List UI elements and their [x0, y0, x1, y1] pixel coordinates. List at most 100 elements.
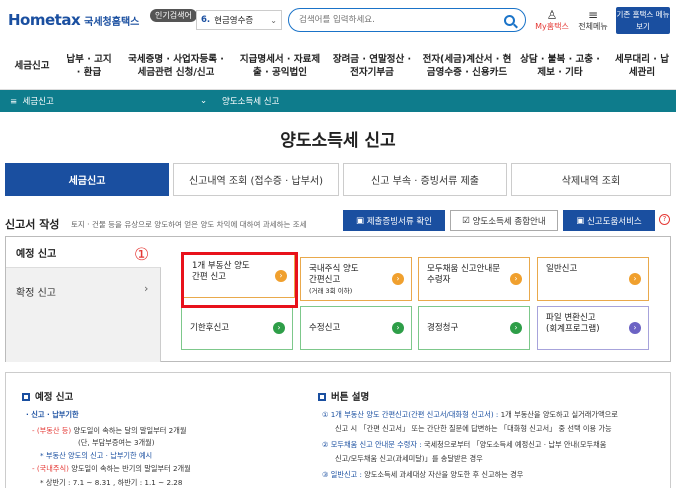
help-icon[interactable]: ? — [659, 214, 670, 225]
popular-search-select[interactable]: 6. 현금영수증 ⌄ — [196, 10, 282, 30]
deadline-example-link[interactable]: * 부동산 양도의 신고 · 납부기한 예시 — [40, 451, 152, 461]
desc-line: 신고/모두채움 신고(과세미달)」를 송달받은 경우 — [335, 454, 483, 463]
desc-line: ① 1개 부동산 양도 간편신고(간편 신고서/대화형 신고서) : 1개 부동… — [322, 410, 618, 420]
top-header: Hometax 국세청홈택스 인기검색어 6. 현금영수증 ⌄ ♙ My홈택스 … — [0, 0, 676, 40]
arrow-right-icon: › — [392, 322, 404, 334]
desc-line: ② 모두채움 신고 안내문 수령자 : 국세청으로부터 「양도소득세 예정신고 … — [322, 440, 606, 450]
gnb-item[interactable]: 세금신고 — [14, 59, 50, 72]
popular-rank: 6. — [201, 15, 211, 25]
card-line1: 수정신고 — [309, 323, 341, 333]
gnb-item[interactable]: 장려금 · 연말정산 · 전자기부금 — [330, 53, 414, 79]
hometax-logo[interactable]: Hometax 국세청홈택스 — [8, 10, 139, 30]
chevron-right-icon: › — [144, 282, 149, 295]
highlight-box — [181, 252, 298, 308]
deadline-stock-text: 양도일이 속하는 반기의 말일부터 2개월 — [71, 464, 191, 473]
deadline-real-estate-label: - (부동산 등) — [32, 426, 72, 435]
arrow-right-icon: › — [392, 273, 404, 285]
card-line1: 모두채움 신고안내문 — [427, 264, 501, 274]
location-menu-label: 세금신고 — [22, 97, 54, 107]
side-final-label: 확정 신고 — [16, 288, 56, 299]
evidence-check-label: 제출증빙서류 확인 — [366, 216, 432, 227]
arrow-right-icon: › — [510, 322, 522, 334]
deadline-stock-periods: * 상반기 : 7.1 ~ 8.31 , 하반기 : 1.1 ~ 2.28 — [40, 478, 183, 487]
my-hometax-button[interactable]: ♙ My홈택스 — [534, 9, 570, 32]
logo-text: Hometax — [8, 11, 81, 29]
card-line2: 간편신고 — [309, 275, 341, 285]
gnb-item[interactable]: 전자(세금)계산서 · 현금영수증 · 신용카드 — [420, 53, 514, 79]
card-late-report[interactable]: 기한후신고 › — [181, 306, 293, 350]
search-icon[interactable] — [504, 14, 515, 26]
card-line2: 수령자 — [427, 275, 451, 285]
card-general-report[interactable]: 일반신고 › — [537, 257, 649, 301]
help-service-label: 신고도움서비스 — [586, 216, 642, 227]
arrow-right-icon: › — [510, 273, 522, 285]
all-menu-button[interactable]: ≡ 전체메뉴 — [576, 9, 610, 32]
popular-search-badge: 인기검색어 — [150, 9, 197, 22]
location-current[interactable]: 양도소득세 신고 — [222, 95, 279, 107]
desc-term: ② 모두채움 신고 안내문 수령자 : — [322, 440, 422, 449]
book-icon: ▣ — [356, 215, 367, 226]
arrow-right-icon: › — [629, 273, 641, 285]
search-box[interactable] — [288, 8, 526, 32]
guide-label: 양도소득세 종합안내 — [472, 216, 546, 227]
my-hometax-label: My홈택스 — [535, 22, 569, 31]
gnb-item[interactable]: 세무대리 · 납세관리 — [614, 53, 670, 79]
square-bullet-icon — [318, 393, 326, 401]
gnb-item[interactable]: 상담 · 불복 · 고충 · 제보 · 기타 — [520, 53, 600, 79]
desc-line: ③ 일반신고 : 양도소득세 과세대상 자산을 양도한 후 신고하는 경우 — [322, 470, 523, 480]
gnb-item[interactable]: 납부 · 고지 · 환급 — [64, 53, 114, 79]
old-hometax-button[interactable]: 기존 홈택스 메뉴 보기 — [616, 7, 670, 34]
evidence-check-button[interactable]: ▣ 제출증빙서류 확인 — [343, 210, 445, 231]
square-bullet-icon — [22, 393, 30, 401]
chevron-down-icon[interactable]: ⌄ — [200, 96, 207, 106]
search-input[interactable] — [299, 15, 504, 25]
arrow-right-icon: › — [273, 322, 285, 334]
deadline-stock-label: - (국내주식) — [32, 464, 69, 473]
desc-term: ③ 일반신고 : — [322, 470, 362, 479]
heading-text: 버튼 설명 — [331, 392, 370, 403]
tab-attachments[interactable]: 신고 부속 · 증빙서류 제출 — [343, 163, 507, 196]
tab-tax-report[interactable]: 세금신고 — [5, 163, 169, 196]
deadline-real-estate-text: 양도일이 속하는 달의 말일부터 2개월 — [73, 426, 187, 435]
deadline-note: (단, 부담부증여는 3개월) — [78, 438, 155, 447]
card-line2: (회계프로그램) — [546, 324, 600, 334]
card-line1: 파일 변환신고 — [546, 313, 596, 323]
card-prefilled-recipient[interactable]: 모두채움 신고안내문 수령자 › — [418, 257, 530, 301]
card-line1: 일반신고 — [546, 264, 578, 274]
tab-bar: 세금신고 신고내역 조회 (접수증 · 납부서) 신고 부속 · 증빙서류 제출… — [5, 163, 671, 196]
card-stock-simple[interactable]: 국내주식 양도 간편신고 (거래 3회 이하) › — [300, 257, 412, 301]
card-note: (거래 3회 이하) — [309, 287, 353, 295]
chevron-down-icon: ⌄ — [270, 15, 277, 25]
card-file-conversion[interactable]: 파일 변환신고 (회계프로그램) › — [537, 306, 649, 350]
section-heading: 신고서 작성 — [5, 218, 60, 231]
card-correction-claim[interactable]: 경정청구 › — [418, 306, 530, 350]
hamburger-icon: ≡ — [587, 8, 599, 22]
popular-term: 현금영수증 — [214, 16, 254, 26]
all-menu-label: 전체메뉴 — [578, 22, 608, 31]
tab-deleted-history[interactable]: 삭제내역 조회 — [511, 163, 671, 196]
guide-button[interactable]: ☑ 양도소득세 종합안내 — [450, 210, 558, 231]
scheduled-report-heading: 예정 신고 — [22, 389, 73, 403]
heading-text: 예정 신고 — [35, 392, 74, 403]
logo-sub: 국세청홈택스 — [84, 16, 140, 28]
global-nav: 세금신고 납부 · 고지 · 환급 국세증명 · 사업자등록 · 세금관련 신청… — [0, 42, 676, 90]
help-service-button[interactable]: ▣ 신고도움서비스 — [563, 210, 655, 231]
deadline-real-estate: - (부동산 등) 양도일이 속하는 달의 말일부터 2개월 — [32, 426, 186, 436]
arrow-right-icon: › — [629, 322, 641, 334]
button-description-heading: 버튼 설명 — [318, 389, 369, 403]
card-amended-report[interactable]: 수정신고 › — [300, 306, 412, 350]
card-line1: 기한후신고 — [190, 323, 230, 333]
annotation-marker: ① — [134, 245, 150, 265]
gnb-item[interactable]: 지급명세서 · 자료제출 · 공익법인 — [238, 53, 322, 79]
side-final-report[interactable]: 확정 신고 › — [6, 267, 161, 362]
page-title: 양도소득세 신고 — [280, 131, 396, 151]
location-bar: ≡ 세금신고 ⌄ 양도소득세 신고 — [0, 90, 676, 112]
section-description: 토지 · 건물 등을 유상으로 양도하여 얻은 양도 차익에 대하여 과세하는 … — [71, 220, 307, 229]
tab-report-history[interactable]: 신고내역 조회 (접수증 · 납부서) — [173, 163, 339, 196]
desc-term: ① 1개 부동산 양도 간편신고(간편 신고서/대화형 신고서) : — [322, 410, 499, 419]
gnb-item[interactable]: 국세증명 · 사업자등록 · 세금관련 신청/신고 — [126, 53, 226, 79]
location-menu[interactable]: ≡ 세금신고 — [10, 95, 54, 107]
desc-text: 1개 부동산을 양도하고 실거래가액으로 — [498, 410, 618, 419]
user-icon: ♙ — [546, 8, 558, 22]
desc-text: 국세청으로부터 「양도소득세 예정신고 · 납부 안내(모두채움 — [421, 440, 607, 449]
